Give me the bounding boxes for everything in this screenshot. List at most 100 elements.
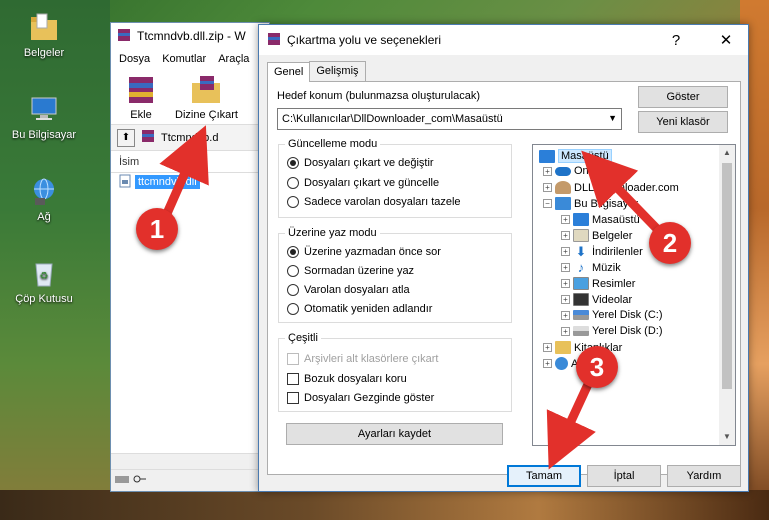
- current-path: Ttcmndvb.d: [161, 131, 219, 144]
- dialog-title: Çıkartma yolu ve seçenekleri: [287, 33, 442, 47]
- update-option-freshen[interactable]: Sadece varolan dosyaları tazele: [287, 196, 461, 208]
- ok-button[interactable]: Tamam: [507, 465, 581, 487]
- expand-plus-icon[interactable]: +: [561, 247, 570, 256]
- library-icon: [555, 341, 571, 354]
- expand-plus-icon[interactable]: +: [543, 166, 552, 176]
- expand-plus-icon[interactable]: +: [543, 343, 552, 352]
- scroll-down-icon[interactable]: ▼: [719, 429, 735, 445]
- column-header-name[interactable]: İsim: [111, 151, 269, 173]
- drive-icon: [115, 474, 129, 487]
- tree-vertical-scrollbar[interactable]: ▲ ▼: [719, 145, 735, 445]
- tree-item-downloads[interactable]: + ⬇ İndirilenler: [561, 245, 643, 258]
- option-label: Arşivleri alt klasörlere çıkart: [304, 353, 439, 365]
- file-name: ttcmndvb.dll: [135, 175, 200, 189]
- checkbox-icon: [287, 373, 299, 385]
- winrar-dialog-icon: [267, 32, 281, 49]
- tree-item-this-pc[interactable]: − Bu Bilgisayar: [543, 197, 638, 210]
- update-option-replace[interactable]: Dosyaları çıkart ve değiştir: [287, 157, 434, 169]
- tree-item-local-disk-c[interactable]: + Yerel Disk (C:): [561, 309, 663, 321]
- film-icon: [573, 293, 589, 306]
- expand-plus-icon[interactable]: +: [561, 263, 570, 272]
- main-titlebar: Ttcmndvb.dll.zip - W: [111, 23, 269, 49]
- tab-general[interactable]: Genel: [267, 62, 311, 82]
- destination-label: Hedef konum (bulunmazsa oluşturulacak): [277, 90, 480, 102]
- up-folder-button[interactable]: ⬆: [117, 128, 135, 147]
- tree-item-user[interactable]: + DLL Downloader.com: [543, 181, 679, 194]
- expand-plus-icon[interactable]: +: [561, 215, 570, 224]
- menu-tools[interactable]: Araçla: [218, 53, 249, 65]
- destination-path-combo[interactable]: C:\Kullanıcılar\DllDownloader_com\Masaüs…: [277, 108, 622, 130]
- user-folder-icon: [555, 181, 571, 194]
- desktop-icon-recycle-bin[interactable]: ♻ Çöp Kutusu: [2, 256, 86, 305]
- show-button[interactable]: Göster: [638, 86, 728, 108]
- expand-plus-icon[interactable]: +: [561, 279, 570, 288]
- desktop-icon-documents[interactable]: Belgeler: [2, 10, 86, 59]
- expand-plus-icon[interactable]: +: [561, 326, 570, 336]
- tree-item-pictures[interactable]: + Resimler: [561, 277, 635, 290]
- option-label: Sormadan üzerine yaz: [304, 265, 415, 277]
- option-label: Bozuk dosyaları koru: [304, 373, 407, 385]
- tree-item-documents[interactable]: + Belgeler: [561, 229, 632, 242]
- drive-c-icon: [573, 310, 589, 320]
- dialog-tabs: Genel Gelişmiş: [267, 61, 366, 82]
- svg-text:♻: ♻: [40, 271, 49, 282]
- update-option-update[interactable]: Dosyaları çıkart ve güncelle: [287, 177, 439, 189]
- save-settings-button[interactable]: Ayarları kaydet: [286, 423, 503, 445]
- option-label: Dosyaları çıkart ve değiştir: [304, 157, 434, 169]
- expand-plus-icon[interactable]: +: [561, 295, 570, 304]
- desktop-icon-network[interactable]: Ağ: [2, 174, 86, 223]
- overwrite-option-without-prompt[interactable]: Sormadan üzerine yaz: [287, 265, 414, 277]
- tab-advanced-label: Gelişmiş: [316, 65, 359, 77]
- tree-item-local-disk-d[interactable]: + Yerel Disk (D:): [561, 325, 663, 337]
- overwrite-option-ask[interactable]: Üzerine yazmadan önce sor: [287, 246, 441, 258]
- expand-plus-icon[interactable]: +: [543, 183, 552, 192]
- expand-plus-icon[interactable]: +: [561, 310, 570, 320]
- expand-plus-icon[interactable]: +: [543, 359, 552, 368]
- new-folder-button[interactable]: Yeni klasör: [638, 111, 728, 133]
- winrar-app-icon: [117, 28, 131, 45]
- option-label: Üzerine yazmadan önce sor: [304, 246, 441, 258]
- help-button[interactable]: Yardım: [667, 465, 741, 487]
- overwrite-option-rename[interactable]: Otomatik yeniden adlandır: [287, 303, 432, 315]
- scroll-up-icon[interactable]: ▲: [719, 145, 735, 161]
- cancel-button[interactable]: İptal: [587, 465, 661, 487]
- file-row[interactable]: ttcmndvb.dll: [111, 173, 269, 191]
- tree-item-label: Masaüstü: [558, 149, 612, 163]
- menu-commands[interactable]: Komutlar: [162, 53, 206, 65]
- tree-item-desktop-root[interactable]: Masaüstü: [539, 149, 612, 163]
- tree-item-label: Bu Bilgisayar: [574, 197, 639, 210]
- tree-item-label: Masaüstü: [592, 213, 640, 226]
- desktop-icon-label: Belgeler: [23, 47, 65, 59]
- help-title-button[interactable]: ?: [654, 25, 698, 55]
- tree-item-label: Müzik: [592, 261, 621, 274]
- option-keep-broken-files[interactable]: Bozuk dosyaları koru: [287, 373, 407, 385]
- extract-to-button[interactable]: Dizine Çıkart: [175, 73, 238, 121]
- desktop-icon-label: Bu Bilgisayar: [11, 129, 77, 141]
- show-button-label: Göster: [666, 91, 700, 103]
- pictures-icon: [573, 277, 589, 290]
- add-button-label: Ekle: [130, 109, 152, 121]
- overwrite-option-skip[interactable]: Varolan dosyaları atla: [287, 284, 410, 296]
- tree-item-onedrive[interactable]: + OneDrive: [543, 165, 620, 177]
- column-name-label: İsim: [119, 155, 140, 168]
- tree-item-label: Yerel Disk (C:): [592, 309, 663, 321]
- menu-file[interactable]: Dosya: [119, 53, 150, 65]
- save-settings-label: Ayarları kaydet: [357, 428, 432, 440]
- tree-item-videos[interactable]: + Videolar: [561, 293, 632, 306]
- status-bar: [111, 469, 269, 491]
- close-button[interactable]: ✕: [704, 25, 748, 55]
- option-show-in-explorer[interactable]: Dosyaları Gezginde göster: [287, 392, 434, 404]
- scroll-thumb[interactable]: [722, 163, 732, 389]
- radio-selected-icon: [287, 157, 299, 169]
- expand-plus-icon[interactable]: +: [561, 231, 570, 240]
- horizontal-scrollbar[interactable]: [111, 453, 269, 469]
- computer-icon: [555, 197, 571, 210]
- add-button[interactable]: Ekle: [121, 73, 161, 121]
- tree-item-music[interactable]: + ♪ Müzik: [561, 261, 621, 274]
- collapse-minus-icon[interactable]: −: [543, 199, 552, 208]
- desktop-icon-this-pc[interactable]: Bu Bilgisayar: [2, 92, 86, 141]
- arrow-up-icon: ⬆: [121, 132, 131, 143]
- folder-tree[interactable]: Masaüstü + OneDrive + DLL Downloader.com…: [532, 144, 736, 446]
- tree-item-desktop[interactable]: + Masaüstü: [561, 213, 640, 226]
- tab-advanced[interactable]: Gelişmiş: [309, 61, 366, 81]
